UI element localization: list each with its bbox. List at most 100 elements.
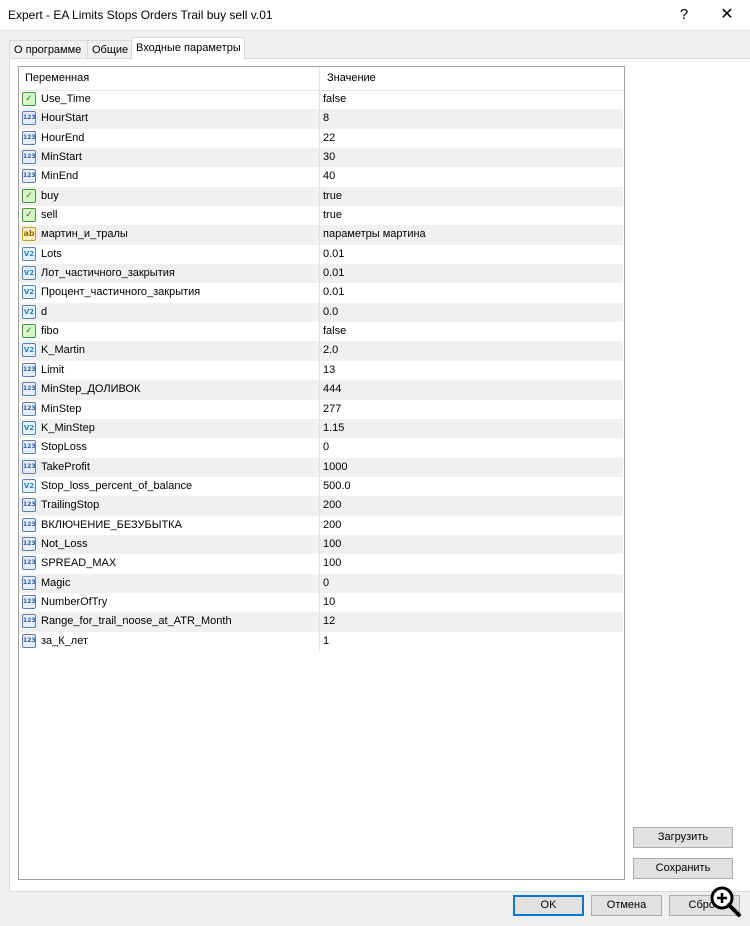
- parameter-name: MinStep: [41, 402, 82, 415]
- bool-type-icon: ✓: [22, 188, 36, 203]
- parameter-value[interactable]: 100: [323, 538, 341, 550]
- cell-divider: [319, 302, 320, 323]
- parameter-row[interactable]: ✓ buy true: [19, 186, 623, 207]
- parameter-name: SPREAD_MAX: [41, 557, 117, 570]
- tab-common[interactable]: Общие: [87, 40, 135, 59]
- parameters-grid[interactable]: Переменная Значение ✓ Use_Time false 123 Hou…: [18, 66, 625, 880]
- save-button[interactable]: Сохранить: [633, 858, 733, 879]
- parameter-name: d: [41, 305, 48, 318]
- parameter-value[interactable]: true: [323, 190, 342, 202]
- bool-type-icon: ✓: [22, 92, 36, 106]
- parameter-name: Use_Time: [41, 93, 91, 105]
- cell-divider: [319, 476, 320, 497]
- parameter-row[interactable]: V2 Процент_частичного_закрытия 0.01: [19, 283, 623, 303]
- parameter-row[interactable]: 123 HourStart 8: [19, 109, 623, 129]
- parameter-row[interactable]: 123 TrailingStop 200: [19, 496, 623, 516]
- parameter-value[interactable]: 0: [323, 577, 329, 589]
- parameter-value[interactable]: параметры мартина: [323, 228, 426, 240]
- parameter-row[interactable]: V2 Lots 0.01: [19, 244, 623, 265]
- parameter-row[interactable]: ✓ Use_Time false: [19, 90, 623, 110]
- parameter-value[interactable]: 200: [323, 519, 341, 531]
- parameter-value[interactable]: 12: [323, 615, 335, 627]
- str-type-icon: ab: [22, 227, 36, 242]
- parameter-value[interactable]: 10: [323, 596, 335, 608]
- parameter-row[interactable]: 123 MinStep_ДОЛИВОК 444: [19, 380, 623, 400]
- parameter-row[interactable]: 123 Limit 13: [19, 360, 623, 381]
- bool-type-icon: ✓: [22, 324, 36, 339]
- parameter-value[interactable]: 22: [323, 132, 335, 144]
- int-type-icon: 123: [22, 556, 36, 571]
- parameter-value[interactable]: 277: [323, 403, 341, 415]
- cell-divider: [319, 496, 320, 516]
- parameter-row[interactable]: 123 MinStep 277: [19, 399, 623, 419]
- parameter-value[interactable]: true: [323, 209, 342, 221]
- parameter-row[interactable]: ✓ sell true: [19, 206, 623, 226]
- parameter-value[interactable]: false: [323, 325, 346, 337]
- parameter-row[interactable]: 123 Range_for_trail_noose_at_ATR_Month 12: [19, 612, 623, 632]
- parameter-value[interactable]: 444: [323, 383, 341, 395]
- parameter-value[interactable]: 1.15: [323, 422, 344, 434]
- parameter-row[interactable]: 123 SPREAD_MAX 100: [19, 554, 623, 574]
- parameter-row[interactable]: 123 HourEnd 22: [19, 128, 623, 149]
- parameter-row[interactable]: V2 d 0.0: [19, 302, 623, 323]
- parameter-row[interactable]: 123 Not_Loss 100: [19, 534, 623, 555]
- column-header-value[interactable]: Значение: [327, 72, 376, 84]
- bool-type-icon: ✓: [22, 208, 36, 223]
- parameter-name: Not_Loss: [41, 537, 88, 550]
- cancel-button[interactable]: Отмена: [591, 895, 662, 916]
- parameter-value[interactable]: 0.01: [323, 248, 344, 260]
- zoom-in-icon[interactable]: [708, 884, 742, 918]
- int-type-icon: 123: [22, 633, 36, 648]
- cell-divider: [319, 399, 320, 419]
- parameter-value[interactable]: 200: [323, 499, 341, 511]
- parameter-name: TakeProfit: [41, 460, 90, 473]
- help-button[interactable]: ?: [672, 4, 696, 26]
- parameter-row[interactable]: 123 MinEnd 40: [19, 167, 623, 187]
- parameter-value[interactable]: 1000: [323, 461, 347, 473]
- parameter-value[interactable]: 0.01: [323, 267, 344, 279]
- parameter-value[interactable]: 2.0: [323, 344, 338, 356]
- parameter-row[interactable]: V2 Лот_частичного_закрытия 0.01: [19, 264, 623, 284]
- parameter-row[interactable]: 123 NumberOfTry 10: [19, 592, 623, 613]
- parameter-value[interactable]: 500.0: [323, 480, 351, 492]
- cell-divider: [319, 573, 320, 593]
- cell-divider: [319, 283, 320, 303]
- int-type-icon: 123: [22, 362, 36, 377]
- cell-divider: [319, 148, 320, 168]
- parameter-row[interactable]: V2 K_Martin 2.0: [19, 341, 623, 361]
- parameter-row[interactable]: 123 Magic 0: [19, 573, 623, 593]
- parameter-value[interactable]: 100: [323, 557, 341, 569]
- parameter-row[interactable]: 123 StopLoss 0: [19, 438, 623, 458]
- parameter-value[interactable]: 1: [323, 635, 329, 647]
- parameter-name: sell: [41, 209, 58, 222]
- parameter-value[interactable]: 0.01: [323, 286, 344, 298]
- dbl-type-icon: V2: [22, 343, 36, 358]
- parameter-value[interactable]: 8: [323, 112, 329, 124]
- parameter-row[interactable]: V2 Stop_loss_percent_of_balance 500.0: [19, 476, 623, 497]
- cell-divider: [319, 264, 320, 284]
- window-title: Expert - EA Limits Stops Orders Trail bu…: [8, 8, 273, 22]
- ok-button[interactable]: OK: [513, 895, 584, 916]
- dbl-type-icon: V2: [22, 266, 36, 281]
- parameter-row[interactable]: 123 MinStart 30: [19, 148, 623, 168]
- close-button[interactable]: ✕: [714, 4, 740, 26]
- parameter-row[interactable]: ✓ fibo false: [19, 322, 623, 342]
- parameter-value[interactable]: 30: [323, 151, 335, 163]
- int-type-icon: 123: [22, 111, 36, 126]
- column-divider[interactable]: [319, 67, 320, 90]
- parameter-value[interactable]: 0.0: [323, 306, 338, 318]
- parameter-row[interactable]: 123 TakeProfit 1000: [19, 457, 623, 477]
- parameter-value[interactable]: 0: [323, 441, 329, 453]
- column-header-variable[interactable]: Переменная: [25, 72, 89, 84]
- parameter-row[interactable]: V2 K_MinStep 1.15: [19, 418, 623, 439]
- load-button[interactable]: Загрузить: [633, 827, 733, 848]
- parameter-row[interactable]: ab мартин_и_тралы параметры мартина: [19, 225, 623, 245]
- parameter-row[interactable]: 123 ВКЛЮЧЕНИЕ_БЕЗУБЫТКА 200: [19, 515, 623, 535]
- parameter-value[interactable]: 40: [323, 170, 335, 182]
- tab-inputs[interactable]: Входные параметры: [131, 37, 245, 60]
- parameter-value[interactable]: false: [323, 93, 346, 105]
- parameter-row[interactable]: 123 за_К_лет 1: [19, 631, 623, 651]
- tab-about[interactable]: О программе: [9, 40, 89, 59]
- parameter-name: HourEnd: [41, 131, 85, 144]
- parameter-value[interactable]: 13: [323, 364, 335, 376]
